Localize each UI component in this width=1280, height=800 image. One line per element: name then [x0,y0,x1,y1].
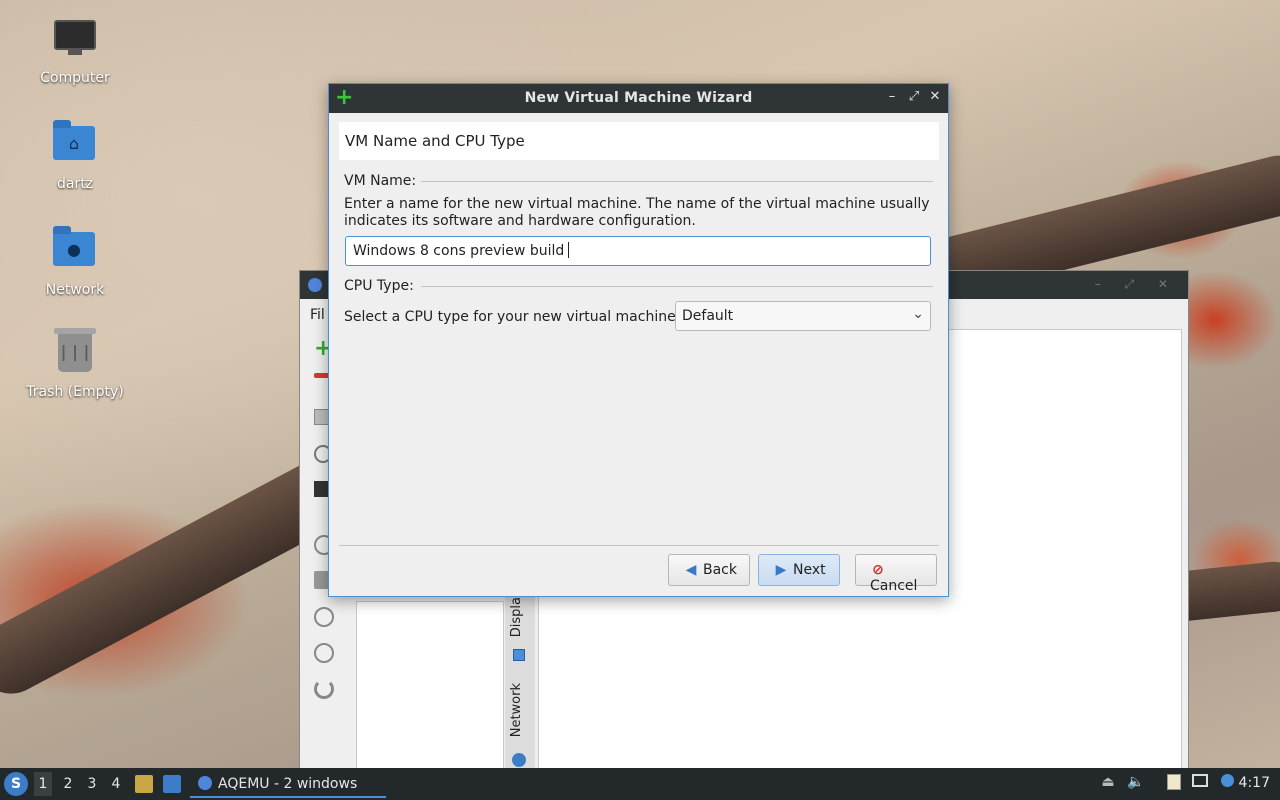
show-desktop-icon[interactable] [163,775,181,793]
cpu-type-prompt: Select a CPU type for your new virtual m… [344,309,681,325]
workspace-1[interactable]: 1 [34,772,52,796]
desktop-icon-label: Trash (Empty) [26,384,124,400]
vm-list[interactable] [356,601,504,771]
aqemu-app-icon [308,278,322,292]
window-controls[interactable]: – ⤢ ✕ [1095,277,1178,292]
taskbar: S 1 2 3 4 AQEMU - 2 windows ⏏ 🔈 4:17 [0,768,1280,800]
vm-name-label: VM Name: [344,173,417,189]
cpu-type-selected: Default [682,308,734,324]
desktop-icon-trash[interactable]: Trash (Empty) [20,328,130,400]
vm-name-separator [421,181,933,182]
trash-icon [53,328,97,378]
cancel-icon: ⊘ [872,562,884,578]
home-folder-icon: ⌂ [53,120,97,170]
desktop-icon-home[interactable]: ⌂ dartz [20,120,130,192]
reload-icon[interactable] [314,679,336,701]
page-title: VM Name and CPU Type [345,132,525,150]
computer-icon [53,20,97,64]
close-icon[interactable]: ✕ [927,89,943,105]
dialog-titlebar[interactable]: + New Virtual Machine Wizard – ⤢ ✕ [329,84,948,113]
chevron-down-icon: ⌄ [912,306,924,322]
pause-icon[interactable] [314,607,336,629]
vm-info-tabs: Displa Network [505,591,535,771]
cpu-type-separator [421,286,933,287]
vm-name-description: Enter a name for the new virtual machine… [344,196,930,229]
cancel-button[interactable]: ⊘Cancel [855,554,937,594]
workspace-4[interactable]: 4 [107,776,125,792]
workspace-3[interactable]: 3 [83,776,101,792]
network-tab-icon [512,753,526,767]
cancel-button-label: Cancel [870,578,918,594]
stop-icon[interactable] [314,643,336,665]
eject-icon[interactable]: ⏏ [1099,774,1117,792]
maximize-icon[interactable]: ⤢ [906,89,922,105]
next-button[interactable]: ▶ Next [758,554,840,586]
start-menu-icon[interactable]: S [4,772,28,796]
volume-icon[interactable]: 🔈 [1127,774,1145,792]
button-separator [339,545,939,546]
desktop-icon-label: Computer [40,70,110,86]
network-folder-icon: ● [53,226,97,276]
menu-file[interactable]: Fil [310,307,325,323]
task-label: AQEMU - 2 windows [218,776,358,792]
network-status-icon[interactable] [1191,774,1209,792]
workspace-2[interactable]: 2 [59,776,77,792]
display-tab-icon [513,649,525,661]
desktop-icon-computer[interactable]: Computer [20,14,130,86]
vm-name-value: Windows 8 cons preview build [353,243,565,259]
cpu-type-label: CPU Type: [344,278,414,294]
notification-icon[interactable] [1218,774,1236,792]
back-button[interactable]: ◀ Back [668,554,750,586]
file-manager-icon[interactable] [135,775,153,793]
arrow-right-icon: ▶ [775,562,787,578]
tab-display[interactable]: Displa [509,597,524,637]
taskbar-task-aqemu[interactable]: AQEMU - 2 windows [190,770,386,798]
minimize-icon[interactable]: – [884,89,900,105]
cpu-type-select[interactable]: Default ⌄ [675,301,931,331]
desktop-icon-label: dartz [56,176,94,192]
wizard-page-header: VM Name and CPU Type [339,122,939,160]
new-vm-wizard-dialog: + New Virtual Machine Wizard – ⤢ ✕ VM Na… [328,83,949,597]
desktop-icon-label: Network [45,282,105,298]
text-caret [568,242,570,258]
back-button-label: Back [703,562,737,578]
tab-network[interactable]: Network [509,683,524,737]
vm-name-input[interactable]: Windows 8 cons preview build [345,236,931,266]
arrow-left-icon: ◀ [685,562,697,578]
dialog-title: New Virtual Machine Wizard [524,90,753,106]
desktop-icon-network[interactable]: ● Network [20,226,130,298]
next-button-label: Next [793,562,826,578]
clock: 4:17 [1238,775,1270,791]
aqemu-task-icon [198,776,212,790]
clipboard-icon[interactable] [1165,774,1183,792]
